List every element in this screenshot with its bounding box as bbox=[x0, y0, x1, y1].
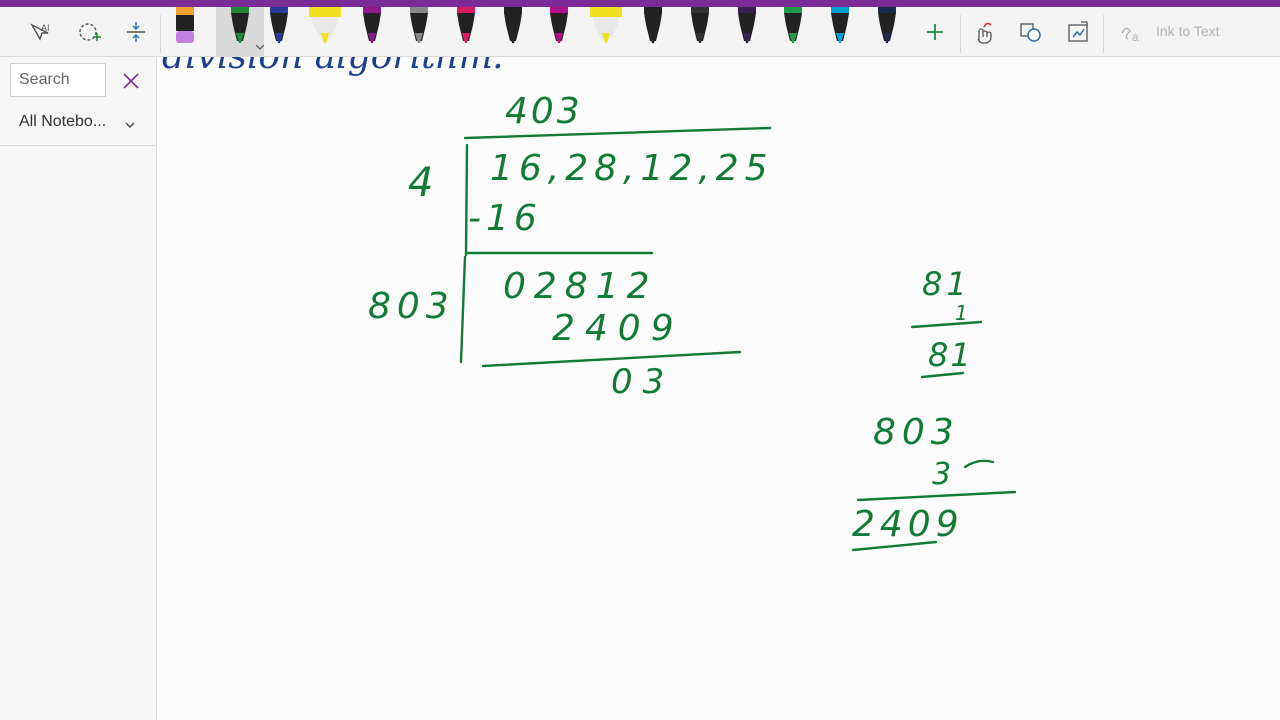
search-input[interactable] bbox=[11, 64, 107, 96]
green-pen-selected-icon[interactable] bbox=[215, 7, 265, 56]
pink-pen-icon[interactable] bbox=[450, 7, 482, 56]
toolbar-separator bbox=[1103, 15, 1104, 53]
orange-pen-icon[interactable] bbox=[169, 7, 201, 56]
divisor: 4 bbox=[408, 160, 433, 206]
ink-to-text-button[interactable]: Ink to Text bbox=[1156, 7, 1220, 56]
black-pen-3-icon[interactable] bbox=[684, 7, 716, 56]
handwriting-layer: division algorithm: 403 4 16,28,12,25 -1… bbox=[162, 57, 1017, 552]
close-icon[interactable] bbox=[121, 71, 141, 91]
type-select-icon[interactable] bbox=[121, 7, 151, 56]
toolbar-separator bbox=[160, 15, 161, 53]
side-calc-2-mult: 3 bbox=[932, 457, 951, 492]
heading-ink: division algorithm: bbox=[162, 57, 505, 77]
dividend: 16,28,12,25 bbox=[490, 148, 774, 189]
second-dividend: 02812 bbox=[503, 266, 658, 307]
side-calc-2-result: 2409 bbox=[852, 504, 964, 545]
remainder: 03 bbox=[611, 362, 674, 402]
add-pen-icon[interactable] bbox=[920, 7, 950, 56]
black-pen-icon[interactable] bbox=[497, 7, 529, 56]
draw-toolbar: AI a bbox=[0, 7, 1280, 57]
ink-to-shape-icon[interactable] bbox=[1016, 7, 1046, 56]
quotient: 403 bbox=[505, 91, 583, 132]
purple-pen-icon[interactable] bbox=[356, 7, 388, 56]
notebook-filter-dropdown[interactable]: All Notebo... bbox=[19, 113, 106, 131]
search-box[interactable] bbox=[10, 63, 107, 97]
second-subtract: 2409 bbox=[552, 308, 684, 349]
sidebar: All Notebo... bbox=[0, 57, 157, 720]
touch-draw-icon[interactable] bbox=[968, 7, 998, 56]
add-space-icon[interactable] bbox=[74, 7, 104, 56]
yellow-highlighter-icon[interactable] bbox=[309, 7, 342, 56]
svg-text:a: a bbox=[1132, 30, 1139, 44]
lasso-select-icon[interactable]: AI bbox=[26, 7, 56, 56]
first-subtract: -16 bbox=[468, 198, 542, 239]
toolbar-separator bbox=[960, 15, 961, 53]
chevron-down-icon[interactable] bbox=[124, 117, 136, 128]
side-calc-2-top: 803 bbox=[873, 412, 960, 453]
blue-pen-icon[interactable] bbox=[263, 7, 295, 56]
gray-pen-icon[interactable] bbox=[403, 7, 435, 56]
side-calc-1-top: 81 bbox=[922, 265, 971, 303]
note-canvas[interactable]: division algorithm: 403 4 16,28,12,25 -1… bbox=[157, 57, 1280, 720]
black-pen-2-icon[interactable] bbox=[637, 7, 669, 56]
insert-drawing-icon[interactable] bbox=[1063, 7, 1093, 56]
yellow-highlighter-2-icon[interactable] bbox=[590, 7, 623, 56]
second-divisor: 803 bbox=[368, 286, 455, 327]
side-calc-1-result: 81 bbox=[928, 336, 973, 374]
sidebar-divider bbox=[0, 145, 156, 146]
svg-text:AI: AI bbox=[41, 23, 50, 33]
side-calc-1-mult: 1 bbox=[955, 301, 968, 325]
ink-to-text-icon[interactable]: a bbox=[1116, 7, 1146, 56]
cyan-pen-icon[interactable] bbox=[824, 7, 856, 56]
title-accent-bar bbox=[0, 0, 1280, 7]
green-pen-2-icon[interactable] bbox=[777, 7, 809, 56]
magenta-pen-icon[interactable] bbox=[543, 7, 575, 56]
navy-pen-icon[interactable] bbox=[871, 7, 903, 56]
dark-purple-pen-icon[interactable] bbox=[731, 7, 763, 56]
